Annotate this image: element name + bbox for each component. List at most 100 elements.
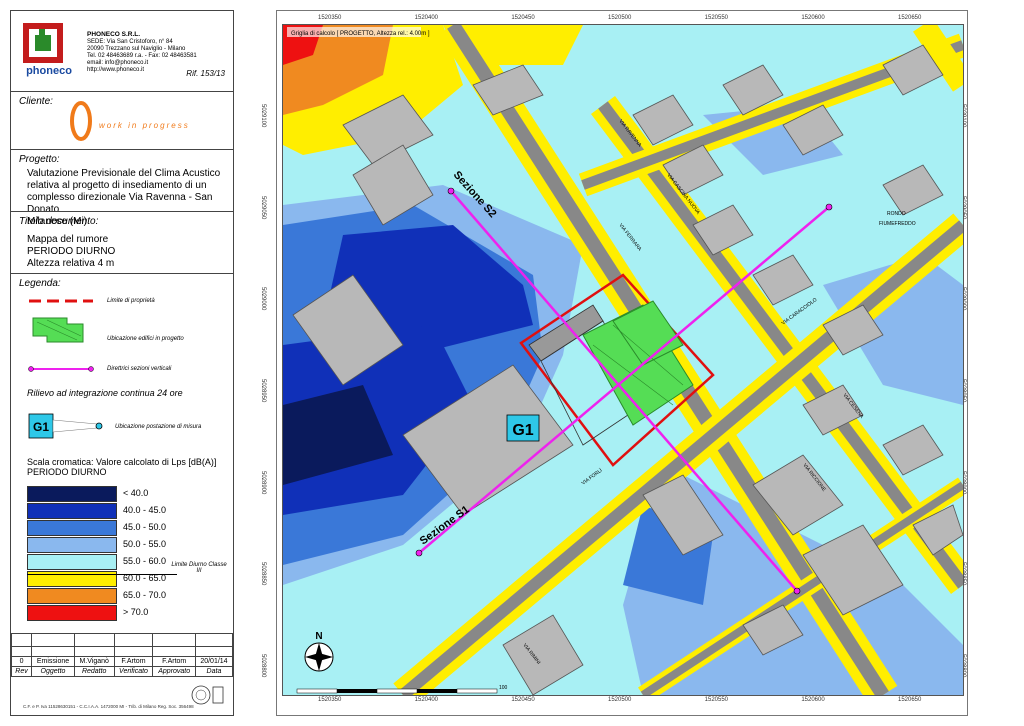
x-tick-label: 1520400 bbox=[414, 697, 439, 703]
title-line-1: Mappa del rumore bbox=[27, 234, 109, 245]
x-tick-label: 1520450 bbox=[511, 697, 535, 703]
x-tick-label: 1520500 bbox=[608, 15, 632, 21]
x-tick-label: 1520650 bbox=[898, 697, 922, 703]
project-label: Progetto: bbox=[19, 154, 60, 165]
col-approved: Approvato bbox=[152, 666, 196, 677]
scale-range: 45.0 - 50.0 bbox=[123, 522, 167, 532]
property-limit-symbol bbox=[29, 299, 93, 303]
x-tick-label: 1520650 bbox=[898, 15, 922, 21]
col-verified: Verificato bbox=[113, 666, 154, 677]
project-line-1: Valutazione Previsionale del Clima Acust… bbox=[27, 168, 221, 179]
revision-cell bbox=[113, 646, 154, 657]
x-tick-label: 1520450 bbox=[511, 15, 535, 21]
scale-swatch bbox=[27, 520, 117, 536]
revision-row bbox=[10, 633, 234, 647]
x-tick-label: 1520400 bbox=[414, 15, 439, 21]
revision-table: 0 Emissione M.Viganò F.Artom F.Artom 20/… bbox=[10, 633, 234, 677]
station-text: Ubicazione postazione di misura bbox=[115, 424, 202, 430]
station-symbol: G1 bbox=[28, 413, 103, 439]
noise-map[interactable]: G1 Sezione S1 Sezione S2 Griglia di calc… bbox=[282, 24, 964, 696]
section-s1-start bbox=[415, 549, 423, 557]
document-title-section: Titolo documento: Mappa del rumore PERIO… bbox=[11, 211, 233, 271]
document-title: Mappa del rumore PERIODO DIURNO Altezza … bbox=[27, 234, 115, 270]
x-tick-label: 1520600 bbox=[801, 697, 825, 703]
legend-label: Legenda: bbox=[19, 278, 61, 289]
company-info: PHONECO S.R.L. SEDE: Via San Cristoforo,… bbox=[87, 31, 197, 74]
scale-swatch bbox=[27, 605, 117, 621]
y-tick-label: 5028900 bbox=[260, 470, 266, 495]
y-tick-label: 5029000 bbox=[260, 287, 266, 311]
rev-drafted: M.Viganò bbox=[73, 656, 115, 667]
section-s1-end bbox=[825, 203, 833, 211]
rev-number: 0 bbox=[10, 656, 33, 667]
grid-label: Griglia di calcolo [ PROGETTO, Altezza r… bbox=[291, 31, 430, 37]
revision-cell bbox=[31, 646, 75, 657]
limit-label: Limite Diurno Classe III bbox=[171, 562, 227, 574]
revision-cell bbox=[194, 633, 234, 647]
y-tick-label: 5029050 bbox=[260, 195, 266, 220]
rev-verified: F.Artom bbox=[113, 656, 154, 667]
revision-cell bbox=[73, 633, 115, 647]
address-2: 20090 Trezzano sul Naviglio - Milano bbox=[87, 46, 186, 52]
revision-cell bbox=[10, 633, 33, 647]
footer-text: C.F. e P. Iva 11528630151 - C.C.I.A.A. 1… bbox=[23, 704, 194, 709]
scale-range: 55.0 - 60.0 bbox=[123, 556, 167, 566]
scale-range: 65.0 - 70.0 bbox=[123, 590, 167, 600]
scale-swatch bbox=[27, 503, 117, 519]
scale-range: 40.0 - 45.0 bbox=[123, 505, 167, 515]
y-tick-label: 5029100 bbox=[260, 104, 266, 128]
legend-item-1: Limite di proprietà bbox=[107, 298, 155, 304]
revision-row bbox=[10, 646, 234, 657]
col-date: Data bbox=[194, 666, 234, 677]
col-drafted: Redatto bbox=[73, 666, 115, 677]
scale-title-line-1: Scala cromatica: Valore calcolato di Lps… bbox=[27, 457, 217, 467]
scale-swatch bbox=[27, 588, 117, 604]
address-1: SEDE: Via San Cristoforo, n° 84 bbox=[87, 39, 173, 45]
scale-swatch bbox=[27, 554, 117, 570]
project-line-2: relativa al progetto di insediamento di … bbox=[27, 180, 207, 191]
client-section: Cliente: work in progress bbox=[11, 91, 233, 147]
y-tick-label: 5028800 bbox=[260, 654, 266, 678]
scale-range: 50.0 - 55.0 bbox=[123, 539, 167, 549]
x-tick-label: 1520550 bbox=[704, 697, 729, 703]
scale-swatch bbox=[27, 537, 117, 553]
scale-swatch bbox=[27, 486, 117, 502]
client-logo-text: work in progress bbox=[99, 121, 190, 130]
client-logo: work in progress bbox=[70, 101, 190, 141]
x-tick-label: 1520600 bbox=[801, 15, 825, 21]
scale-title-line-2: PERIODO DIURNO bbox=[27, 467, 107, 477]
rilievo-text: Rilievo ad integrazione continua 24 ore bbox=[27, 388, 183, 398]
station-g1-label: G1 bbox=[512, 422, 533, 439]
project-building-symbol bbox=[32, 317, 84, 343]
x-tick-label: 1520350 bbox=[318, 697, 342, 703]
revision-cell bbox=[152, 646, 196, 657]
section-line-symbol bbox=[28, 366, 94, 372]
project-section: Progetto: Valutazione Previsionale del C… bbox=[11, 149, 233, 227]
section-s2-end bbox=[793, 587, 801, 595]
phone: Tel. 02 48463689 r.a. - Fax: 02 48463581 bbox=[87, 53, 197, 59]
place-label: RONDO bbox=[887, 211, 906, 217]
x-tick-label: 1520350 bbox=[318, 15, 342, 21]
logo-text: phoneco bbox=[26, 65, 72, 77]
rev-subject: Emissione bbox=[31, 656, 75, 667]
email: email: info@phoneco.it bbox=[87, 60, 149, 66]
company-name: PHONECO S.R.L. bbox=[87, 31, 141, 38]
document-title-label: Titolo documento: bbox=[19, 216, 99, 227]
scale-title: Scala cromatica: Valore calcolato di Lps… bbox=[27, 457, 216, 477]
header-section: phoneco PHONECO S.R.L. SEDE: Via San Cri… bbox=[11, 11, 233, 89]
revision-row: 0 Emissione M.Viganò F.Artom F.Artom 20/… bbox=[10, 656, 234, 667]
rev-date: 20/01/14 bbox=[194, 656, 234, 667]
revision-cell bbox=[73, 646, 115, 657]
revision-cell bbox=[152, 633, 196, 647]
certification-logos bbox=[191, 685, 224, 705]
title-line-3: Altezza relativa 4 m bbox=[27, 258, 115, 269]
x-tick-label: 1520500 bbox=[608, 697, 632, 703]
title-block: phoneco PHONECO S.R.L. SEDE: Via San Cri… bbox=[10, 10, 234, 716]
title-line-2: PERIODO DIURNO bbox=[27, 246, 116, 257]
col-subject: Oggetto bbox=[31, 666, 75, 677]
station-code: G1 bbox=[33, 420, 49, 434]
rev-approved: F.Artom bbox=[152, 656, 196, 667]
revision-cell bbox=[113, 633, 154, 647]
col-rev: Rev bbox=[10, 666, 33, 677]
legend-item-2: Ubicazione edifici in progetto bbox=[107, 336, 184, 342]
